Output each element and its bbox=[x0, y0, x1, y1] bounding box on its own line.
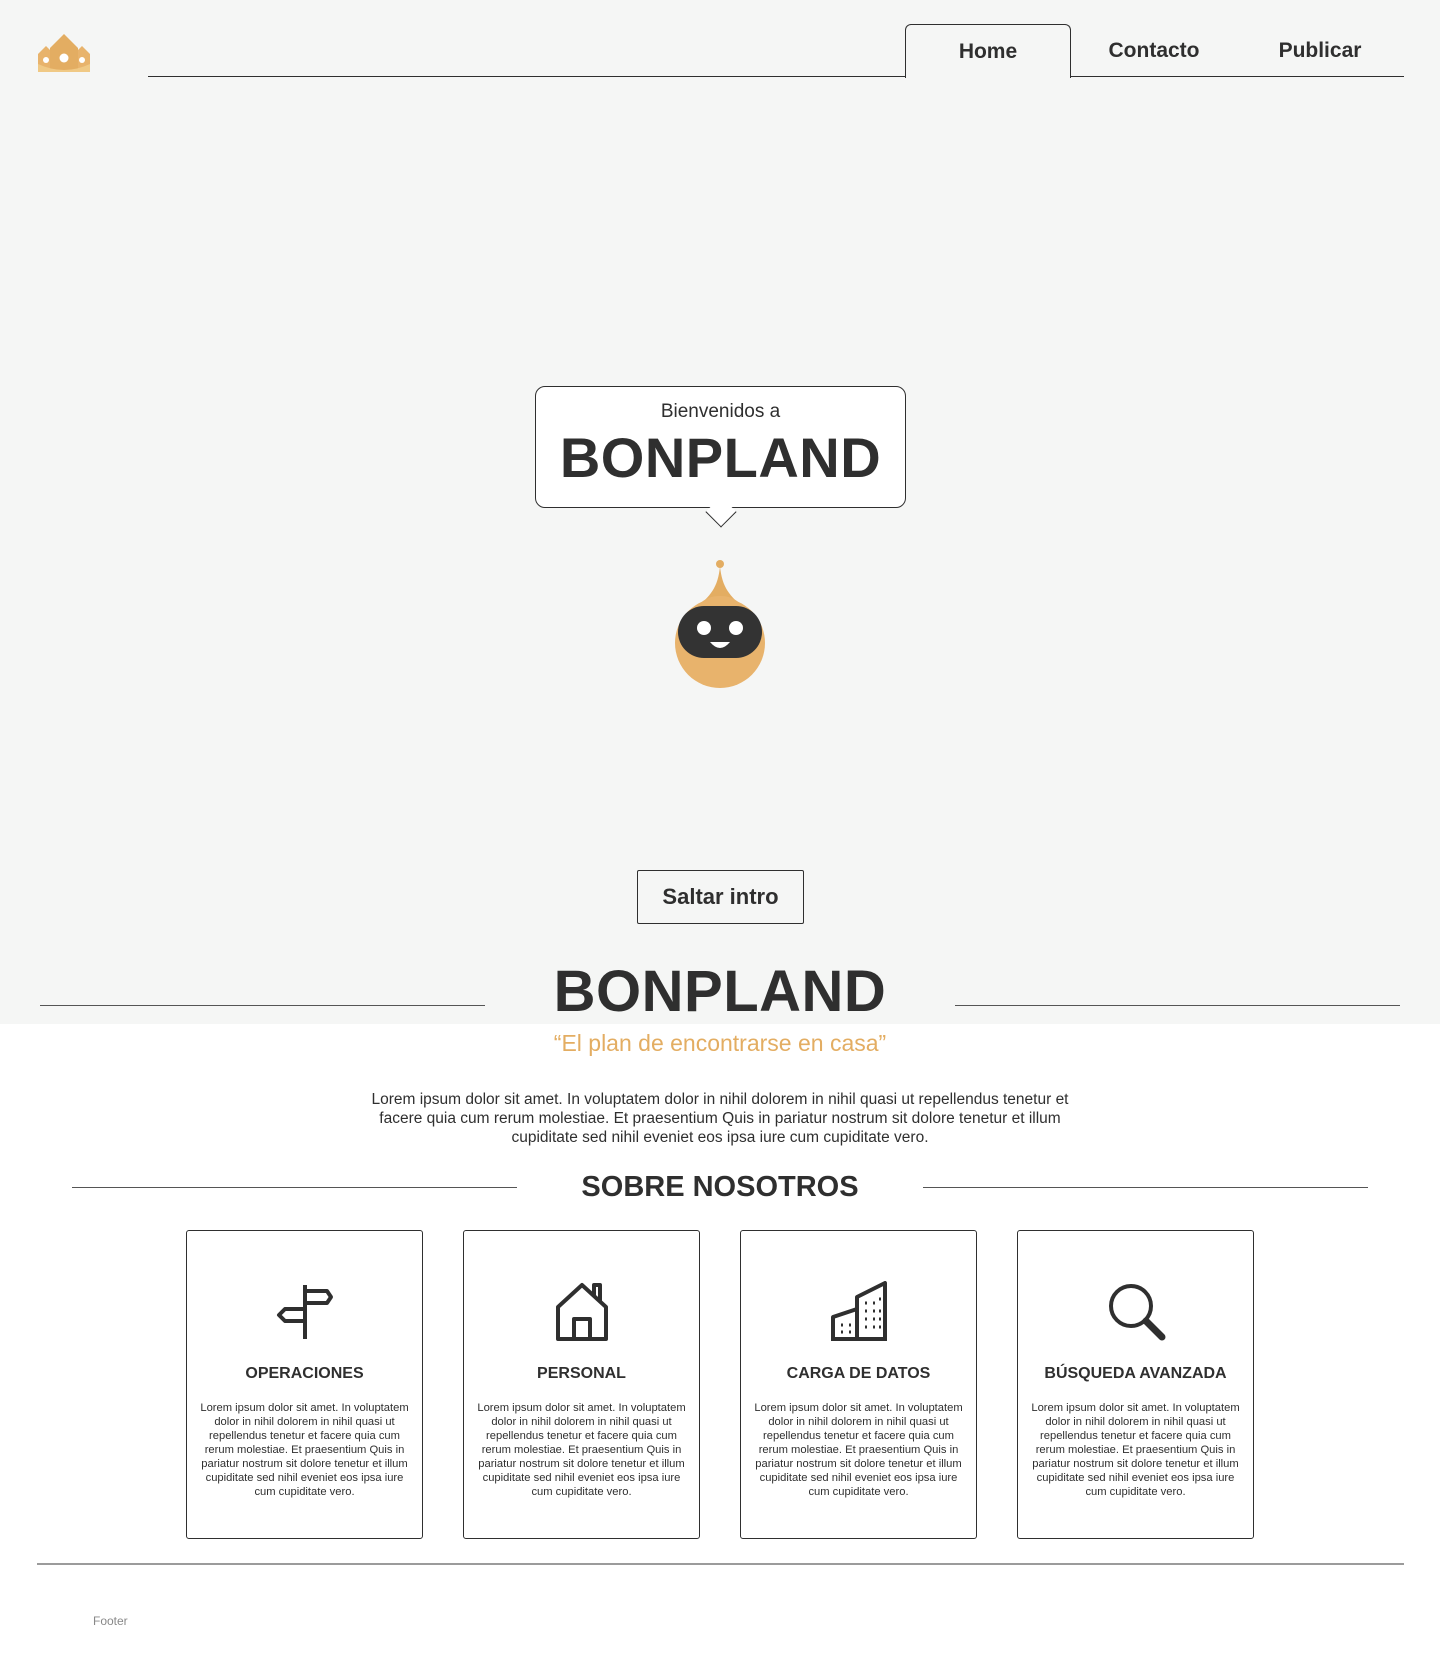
card-busqueda-avanzada: BÚSQUEDA AVANZADA Lorem ipsum dolor sit … bbox=[1017, 1230, 1254, 1539]
hero-title: BONPLAND bbox=[559, 426, 882, 489]
card-text: Lorem ipsum dolor sit amet. In voluptate… bbox=[754, 1402, 963, 1498]
houses-logo-icon[interactable] bbox=[36, 30, 92, 74]
robot-mascot-icon bbox=[675, 560, 765, 688]
nav-tab-publicar[interactable]: Publicar bbox=[1237, 24, 1403, 78]
house-icon bbox=[555, 1283, 608, 1341]
nav-tab-home[interactable]: Home bbox=[905, 24, 1071, 78]
about-divider-right bbox=[923, 1187, 1368, 1188]
welcome-speech-bubble: Bienvenidos a BONPLAND bbox=[535, 386, 906, 528]
card-text: Lorem ipsum dolor sit amet. In voluptate… bbox=[200, 1402, 409, 1498]
card-personal: PERSONAL Lorem ipsum dolor sit amet. In … bbox=[463, 1230, 700, 1539]
card-operaciones: OPERACIONES Lorem ipsum dolor sit amet. … bbox=[186, 1230, 423, 1539]
card-text: Lorem ipsum dolor sit amet. In voluptate… bbox=[477, 1402, 686, 1498]
footer-divider bbox=[37, 1563, 1404, 1565]
about-cards: OPERACIONES Lorem ipsum dolor sit amet. … bbox=[186, 1230, 1254, 1539]
card-title: PERSONAL bbox=[537, 1365, 626, 1382]
magnifier-icon bbox=[1108, 1284, 1165, 1341]
brand-tagline: “El plan de encontrarse en casa” bbox=[553, 1030, 887, 1056]
signpost-icon bbox=[276, 1285, 333, 1339]
buildings-icon bbox=[830, 1281, 887, 1341]
card-title: BÚSQUEDA AVANZADA bbox=[1044, 1365, 1227, 1382]
brand-divider-right bbox=[955, 1005, 1400, 1006]
welcome-text: Bienvenidos a bbox=[660, 401, 781, 422]
main-nav: Home Contacto Publicar bbox=[905, 24, 1403, 78]
card-text: Lorem ipsum dolor sit amet. In voluptate… bbox=[1031, 1402, 1240, 1498]
footer-label: Footer bbox=[93, 1614, 128, 1628]
card-title: OPERACIONES bbox=[245, 1365, 364, 1382]
nav-tab-contacto[interactable]: Contacto bbox=[1071, 24, 1237, 78]
card-carga-de-datos: CARGA DE DATOS Lorem ipsum dolor sit ame… bbox=[740, 1230, 977, 1539]
brand-title: BONPLAND bbox=[553, 959, 887, 1024]
card-title: CARGA DE DATOS bbox=[786, 1365, 931, 1382]
intro-paragraph: Lorem ipsum dolor sit amet. In voluptate… bbox=[371, 1091, 1069, 1146]
skip-intro-button[interactable]: Saltar intro bbox=[637, 870, 804, 924]
